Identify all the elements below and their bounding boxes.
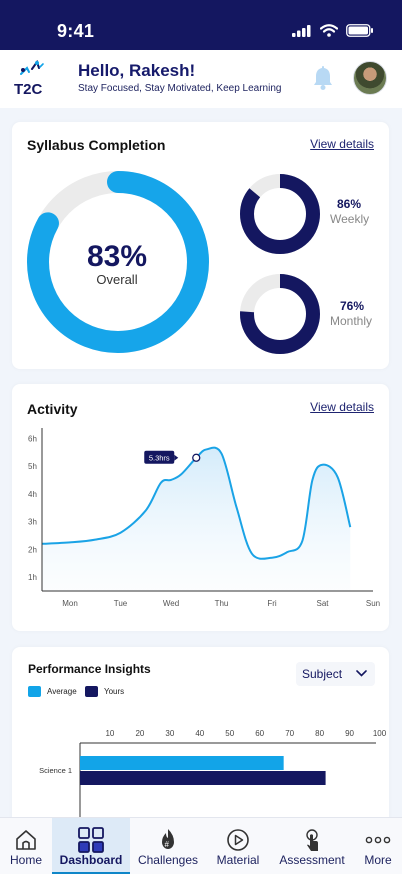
status-bar: 9:41 bbox=[0, 0, 402, 50]
tagline: Stay Focused, Stay Motivated, Keep Learn… bbox=[78, 83, 282, 94]
performance-x-tick: 10 bbox=[105, 729, 114, 738]
performance-bar-yours bbox=[80, 771, 326, 785]
svg-text:T2C: T2C bbox=[14, 81, 43, 98]
signal-icon bbox=[292, 24, 311, 37]
activity-x-tick: Sat bbox=[316, 599, 329, 608]
performance-bar-chart: 10 20 30 40 50 60 70 80 90 100 Science 1 bbox=[39, 729, 387, 827]
performance-x-tick: 60 bbox=[255, 729, 264, 738]
activity-x-tick: Wed bbox=[163, 599, 179, 608]
status-icons bbox=[292, 24, 374, 37]
dashboard-icon bbox=[78, 827, 104, 853]
performance-x-tick: 100 bbox=[373, 729, 387, 738]
syllabus-view-details-link[interactable]: View details bbox=[310, 137, 374, 151]
user-avatar[interactable] bbox=[353, 61, 387, 95]
nav-item-assessment[interactable]: Assessment bbox=[270, 818, 354, 874]
nav-label-material: Material bbox=[216, 853, 260, 867]
performance-x-tick: 30 bbox=[165, 729, 174, 738]
activity-area-chart: 1h 2h 3h 4h 5h 6h Mon Tue Wed Thu Fri Sat Sun 5.3hrs bbox=[28, 428, 380, 608]
weekly-label: Weekly bbox=[330, 212, 370, 226]
app-header: T2C Hello, Rakesh! Stay Focused, Stay Mo… bbox=[0, 50, 402, 108]
activity-card: Activity View details 1h 2h 3h 4h 5h 6h Mon Tue… bbox=[12, 384, 389, 631]
performance-insights-card: Performance Insights Subject Average You… bbox=[12, 647, 389, 827]
greeting: Hello, Rakesh! bbox=[78, 61, 196, 80]
nav-label-challenges: Challenges bbox=[137, 853, 199, 867]
performance-bar-average bbox=[80, 756, 284, 770]
t2c-logo[interactable]: T2C bbox=[13, 60, 49, 98]
activity-y-tick: 1h bbox=[28, 573, 37, 582]
activity-tooltip-text: 5.3hrs bbox=[149, 453, 170, 462]
nav-item-challenges[interactable]: # Challenges bbox=[130, 818, 206, 874]
more-icon bbox=[365, 836, 391, 844]
performance-x-tick: 70 bbox=[285, 729, 294, 738]
activity-x-tick: Fri bbox=[267, 599, 277, 608]
performance-x-tick: 40 bbox=[195, 729, 204, 738]
monthly-label: Monthly bbox=[330, 314, 373, 328]
nav-label-more: More bbox=[364, 853, 392, 867]
syllabus-title: Syllabus Completion bbox=[27, 137, 166, 153]
activity-y-tick: 2h bbox=[28, 545, 37, 554]
material-icon bbox=[227, 829, 249, 851]
activity-y-tick: 6h bbox=[28, 434, 37, 443]
activity-y-tick: 5h bbox=[28, 462, 37, 471]
bottom-navigation: Home Dashboard # Challenges Material Ass… bbox=[0, 817, 402, 874]
monthly-percent: 76% bbox=[340, 299, 365, 313]
overall-label: Overall bbox=[96, 272, 138, 287]
nav-item-material[interactable]: Material bbox=[206, 818, 270, 874]
performance-x-tick: 20 bbox=[135, 729, 144, 738]
notification-bell-icon[interactable] bbox=[311, 65, 335, 91]
activity-tooltip-pointer bbox=[174, 454, 179, 461]
performance-category-label: Science 1 bbox=[39, 766, 72, 775]
nav-item-dashboard[interactable]: Dashboard bbox=[52, 818, 130, 874]
activity-x-tick: Thu bbox=[215, 599, 229, 608]
activity-area-fill bbox=[42, 447, 351, 591]
activity-x-tick: Sun bbox=[366, 599, 380, 608]
weekly-donut-chart bbox=[240, 174, 320, 254]
challenges-icon: # bbox=[162, 829, 174, 849]
battery-icon bbox=[346, 24, 373, 37]
nav-label-assessment: Assessment bbox=[279, 853, 345, 867]
status-time: 9:41 bbox=[57, 21, 95, 41]
svg-text:#: # bbox=[165, 840, 170, 849]
assessment-icon bbox=[306, 829, 318, 851]
performance-x-tick: 90 bbox=[345, 729, 354, 738]
activity-peak-marker bbox=[192, 453, 201, 462]
weekly-percent: 86% bbox=[337, 197, 362, 211]
home-icon bbox=[16, 830, 36, 850]
wifi-icon bbox=[320, 24, 338, 37]
nav-label-home: Home bbox=[9, 853, 42, 867]
overall-percent: 83% bbox=[86, 240, 148, 273]
nav-label-dashboard: Dashboard bbox=[59, 853, 123, 867]
monthly-donut-chart bbox=[240, 274, 320, 354]
activity-y-tick: 3h bbox=[28, 518, 37, 527]
activity-x-tick: Mon bbox=[62, 599, 78, 608]
performance-x-tick: 80 bbox=[315, 729, 324, 738]
activity-x-tick: Tue bbox=[114, 599, 128, 608]
nav-item-home[interactable]: Home bbox=[0, 818, 52, 874]
syllabus-completion-card: Syllabus Completion View details 83% Ove… bbox=[12, 122, 389, 369]
activity-y-tick: 4h bbox=[28, 490, 37, 499]
nav-item-more[interactable]: More bbox=[354, 818, 402, 874]
performance-x-tick: 50 bbox=[225, 729, 234, 738]
